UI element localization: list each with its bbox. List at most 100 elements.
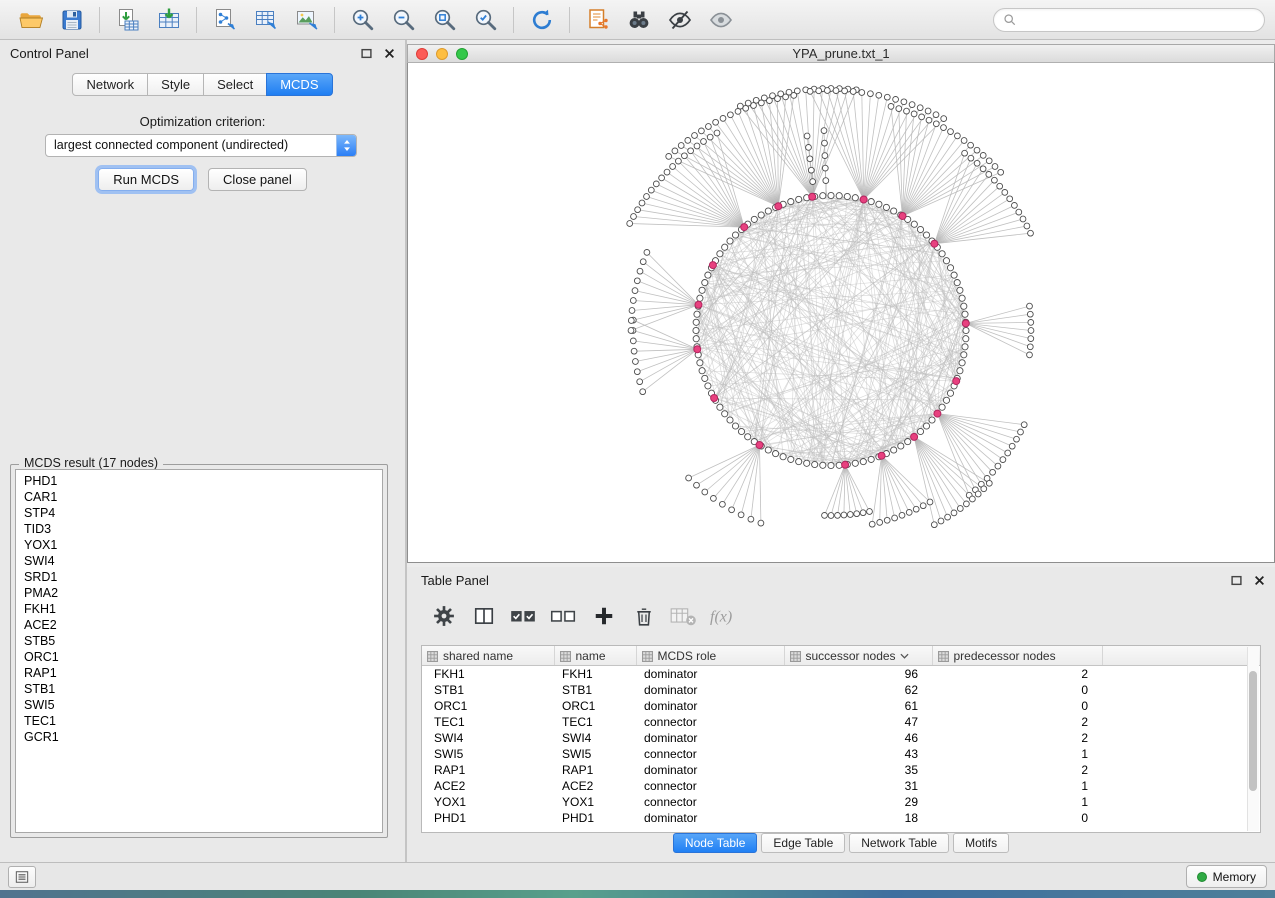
network-node[interactable] [1027, 311, 1033, 317]
network-node[interactable] [666, 154, 672, 160]
network-node[interactable] [699, 368, 705, 374]
network-node[interactable] [975, 491, 981, 497]
network-edge[interactable] [825, 465, 846, 516]
network-node[interactable] [807, 156, 813, 162]
network-node[interactable] [821, 128, 827, 134]
network-node[interactable] [905, 439, 911, 445]
network-dominator-node[interactable] [809, 193, 816, 200]
mcds-result-item[interactable]: ACE2 [16, 617, 382, 633]
network-node[interactable] [728, 112, 734, 118]
network-node[interactable] [992, 164, 998, 170]
table-row[interactable]: PHD1PHD1dominator180 [422, 810, 1260, 826]
network-node[interactable] [796, 459, 802, 465]
network-node[interactable] [644, 250, 650, 256]
network-node[interactable] [685, 138, 691, 144]
network-node[interactable] [773, 451, 779, 457]
network-node[interactable] [884, 517, 890, 523]
refresh-layout-button[interactable] [521, 4, 562, 36]
network-node[interactable] [670, 164, 676, 170]
network-node[interactable] [631, 348, 637, 354]
network-dominator-node[interactable] [962, 320, 969, 327]
network-node[interactable] [891, 208, 897, 214]
network-node[interactable] [1007, 196, 1013, 202]
network-edge[interactable] [845, 465, 857, 514]
network-node[interactable] [634, 278, 640, 284]
network-edge[interactable] [647, 252, 699, 304]
zoom-selected-button[interactable] [465, 4, 506, 36]
mcds-result-item[interactable]: SRD1 [16, 569, 382, 585]
network-node[interactable] [822, 140, 828, 146]
network-node[interactable] [835, 513, 841, 519]
network-dominator-node[interactable] [695, 301, 702, 308]
network-node[interactable] [824, 88, 830, 94]
add-column-button[interactable] [585, 598, 622, 634]
network-node[interactable] [738, 428, 744, 434]
network-node[interactable] [919, 114, 925, 120]
network-node[interactable] [957, 368, 963, 374]
table-scrollbar[interactable] [1247, 647, 1259, 831]
mcds-result-item[interactable]: CAR1 [16, 489, 382, 505]
network-node[interactable] [705, 272, 711, 278]
network-node[interactable] [765, 208, 771, 214]
network-node[interactable] [974, 160, 980, 166]
network-node[interactable] [640, 389, 646, 395]
network-node[interactable] [941, 116, 947, 122]
network-node[interactable] [713, 119, 719, 125]
network-node[interactable] [854, 511, 860, 517]
network-node[interactable] [822, 153, 828, 159]
network-dominator-node[interactable] [756, 442, 763, 449]
network-node[interactable] [664, 169, 670, 175]
network-node[interactable] [997, 183, 1003, 189]
network-edge[interactable] [914, 437, 978, 494]
network-dominator-node[interactable] [911, 433, 918, 440]
network-edge[interactable] [845, 465, 869, 512]
network-dominator-node[interactable] [842, 461, 849, 468]
network-node[interactable] [786, 89, 792, 95]
network-node[interactable] [745, 434, 751, 440]
network-node[interactable] [898, 443, 904, 449]
zoom-out-button[interactable] [383, 4, 424, 36]
network-node[interactable] [697, 360, 703, 366]
network-node[interactable] [920, 503, 926, 509]
network-node[interactable] [974, 147, 980, 153]
maximize-window-button[interactable] [456, 48, 468, 60]
network-node[interactable] [980, 166, 986, 172]
network-node[interactable] [970, 496, 976, 502]
network-node[interactable] [860, 510, 866, 516]
mcds-result-item[interactable]: STP4 [16, 505, 382, 521]
network-node[interactable] [917, 105, 923, 111]
network-node[interactable] [1009, 443, 1015, 449]
mcds-result-item[interactable]: TID3 [16, 521, 382, 537]
network-node[interactable] [951, 510, 957, 516]
network-node[interactable] [990, 469, 996, 475]
network-node[interactable] [807, 89, 813, 95]
network-node[interactable] [929, 417, 935, 423]
select-all-checkboxes-button[interactable] [505, 598, 542, 634]
network-node[interactable] [717, 251, 723, 257]
network-edge[interactable] [705, 445, 760, 492]
close-panel-button[interactable] [383, 47, 395, 59]
network-node[interactable] [699, 128, 705, 134]
mcds-result-item[interactable]: ORC1 [16, 649, 382, 665]
network-node[interactable] [717, 404, 723, 410]
network-node[interactable] [859, 90, 865, 96]
network-node[interactable] [686, 475, 692, 481]
column-header-predecessor-nodes[interactable]: predecessor nodes [932, 646, 1102, 666]
network-node[interactable] [628, 328, 634, 334]
network-node[interactable] [822, 165, 828, 171]
tab-style[interactable]: Style [147, 73, 204, 96]
network-node[interactable] [729, 507, 735, 513]
import-table-file-button[interactable] [107, 4, 148, 36]
find-network-button[interactable] [618, 4, 659, 36]
network-node[interactable] [753, 97, 759, 103]
network-node[interactable] [702, 280, 708, 286]
search-box[interactable] [993, 8, 1265, 32]
network-node[interactable] [659, 175, 665, 181]
network-node[interactable] [917, 226, 923, 232]
network-node[interactable] [804, 460, 810, 466]
network-edge[interactable] [701, 131, 778, 206]
network-node[interactable] [1018, 429, 1024, 435]
network-node[interactable] [694, 482, 700, 488]
network-node[interactable] [751, 216, 757, 222]
network-node[interactable] [899, 512, 905, 518]
